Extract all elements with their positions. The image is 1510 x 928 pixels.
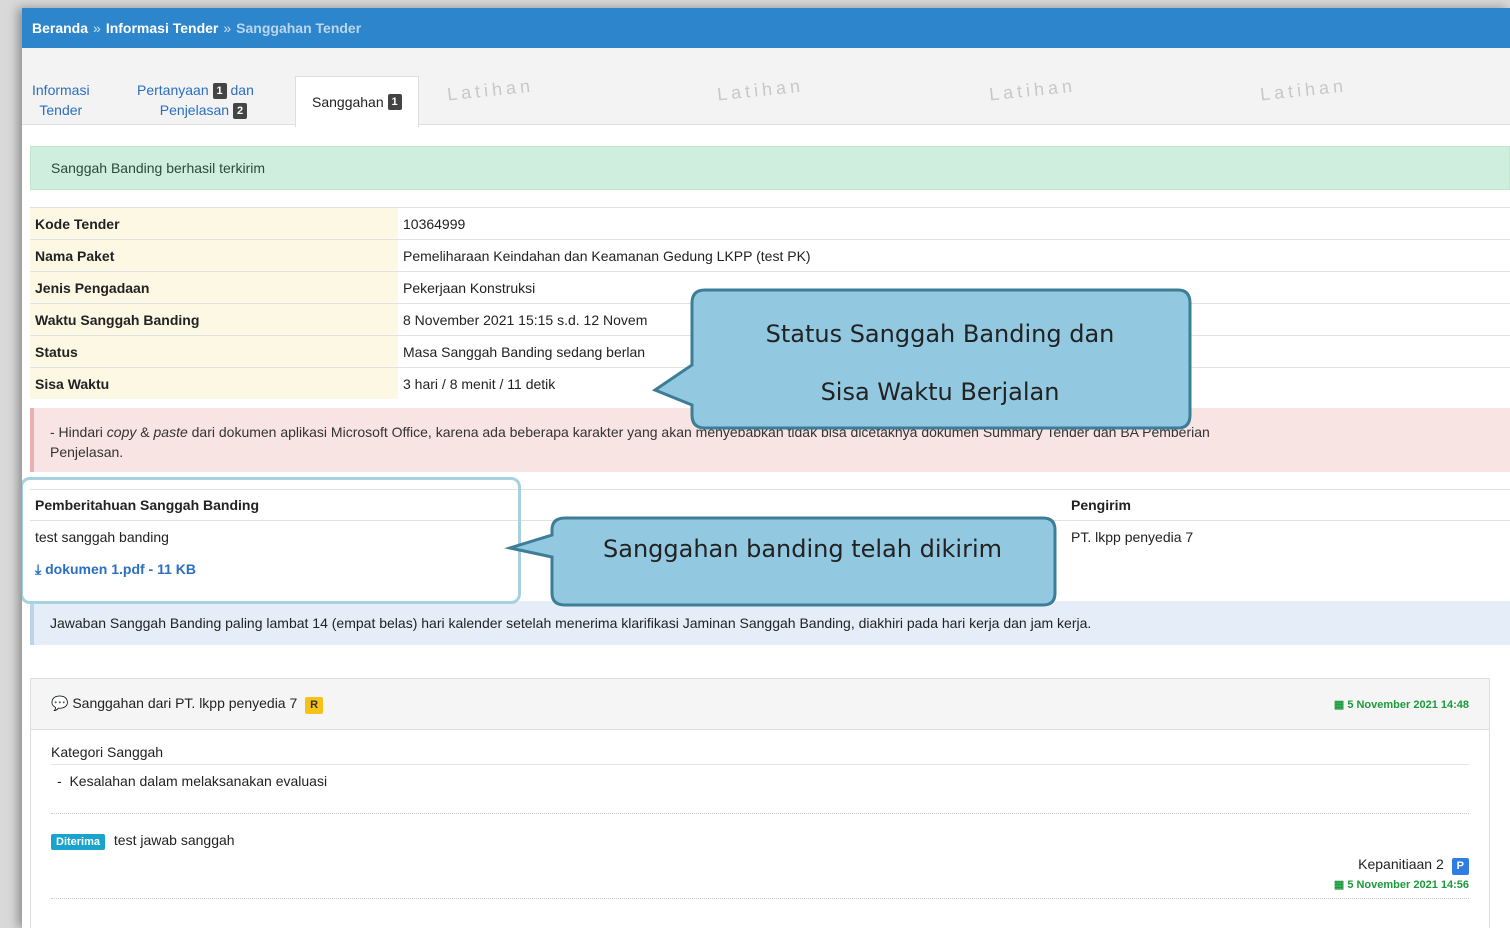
- calendar-icon: ▦: [1333, 879, 1345, 891]
- breadcrumb-home[interactable]: Beranda: [32, 20, 88, 36]
- row-label: Status: [30, 335, 398, 368]
- comments-icon: 💬: [51, 694, 69, 711]
- tab-label: Penjelasan: [159, 102, 230, 118]
- tab-sanggahan[interactable]: Sanggahan 1: [295, 76, 419, 127]
- tab-label: Sanggahan: [312, 94, 384, 110]
- success-alert: Sanggah Banding berhasil terkirim: [30, 146, 1510, 190]
- sanggahan-panel: 💬 Sanggahan dari PT. lkpp penyedia 7 R ▦…: [30, 678, 1490, 928]
- page-frame: Beranda » Informasi Tender » Sanggahan T…: [22, 8, 1510, 928]
- kategori-item-text: Kesalahan dalam melaksanakan evaluasi: [69, 773, 328, 789]
- watermark: Latihan: [988, 75, 1077, 105]
- highlight-box: [22, 477, 521, 604]
- status-callout: Status Sanggah Banding dan Sisa Waktu Be…: [700, 305, 1180, 421]
- tab-label: Informasi: [32, 82, 90, 98]
- status-badge: Diterima: [51, 834, 106, 850]
- warning-amp: &: [136, 424, 154, 440]
- tab-label: Tender: [39, 102, 83, 118]
- responder-badge: P: [1451, 858, 1469, 875]
- breadcrumb-separator: »: [93, 20, 101, 36]
- role-badge: R: [305, 696, 324, 714]
- panel-header: 💬 Sanggahan dari PT. lkpp penyedia 7 R ▦…: [31, 679, 1489, 730]
- row-value: 10364999: [398, 207, 1510, 240]
- status-callout-line2: Sisa Waktu Berjalan: [820, 378, 1060, 406]
- warning-text-line2: Penjelasan.: [50, 444, 124, 460]
- tab-bar: Informasi Tender Pertanyaan 1 dan Penjel…: [22, 48, 1510, 127]
- info-message: Jawaban Sanggah Banding paling lambat 14…: [50, 615, 1092, 631]
- kategori-title: Kategori Sanggah: [51, 744, 1469, 765]
- calendar-icon: ▦: [1333, 698, 1345, 711]
- column-header: Pengirim: [1066, 489, 1510, 521]
- panel-date-text: 5 November 2021 14:48: [1347, 698, 1469, 711]
- table-row: Kode Tender 10364999: [30, 207, 1510, 240]
- responder-block: Kepanitiaan 2 P ▦ 5 November 2021 14:56: [1334, 856, 1469, 891]
- responder-name: Kepanitiaan 2: [1358, 856, 1444, 872]
- row-label: Kode Tender: [30, 207, 398, 240]
- row-value: Pemeliharaan Keindahan dan Keamanan Gedu…: [398, 239, 1510, 272]
- count-badge: 2: [232, 103, 248, 120]
- warning-paste: paste: [153, 424, 188, 440]
- tab-label: dan: [230, 82, 254, 98]
- panel-title-text: Sanggahan dari PT. lkpp penyedia 7: [72, 694, 298, 711]
- warning-prefix: - Hindari: [50, 424, 107, 440]
- sent-callout: Sanggahan banding telah dikirim: [555, 535, 1050, 563]
- breadcrumb-section[interactable]: Informasi Tender: [106, 20, 219, 36]
- watermark: Latihan: [446, 75, 535, 105]
- response-date: ▦ 5 November 2021 14:56: [1334, 878, 1469, 891]
- tab-pertanyaan-penjelasan[interactable]: Pertanyaan 1 dan Penjelasan 2: [137, 80, 254, 120]
- tab-informasi-tender[interactable]: Informasi Tender: [32, 80, 90, 120]
- table-row: Nama Paket Pemeliharaan Keindahan dan Ke…: [30, 239, 1510, 272]
- count-badge: 1: [387, 94, 402, 110]
- breadcrumb: Beranda » Informasi Tender » Sanggahan T…: [22, 8, 1510, 48]
- panel-date: ▦ 5 November 2021 14:48: [1334, 698, 1469, 711]
- sent-callout-text: Sanggahan banding telah dikirim: [603, 535, 1002, 563]
- status-callout-line1: Status Sanggah Banding dan: [765, 320, 1115, 348]
- row-label: Sisa Waktu: [30, 367, 398, 399]
- jawaban-text: test jawab sanggah: [113, 832, 235, 848]
- watermark: Latihan: [1259, 75, 1348, 105]
- watermark: Latihan: [716, 75, 805, 105]
- panel-body: Kategori Sanggah - Kesalahan dalam melak…: [31, 730, 1489, 928]
- tab-label: Pertanyaan: [137, 82, 209, 98]
- kategori-item: - Kesalahan dalam melaksanakan evaluasi: [51, 773, 1469, 789]
- count-badge: 1: [212, 83, 227, 100]
- panel-title: 💬 Sanggahan dari PT. lkpp penyedia 7 R: [51, 694, 324, 714]
- breadcrumb-separator: »: [223, 20, 232, 36]
- response-date-text: 5 November 2021 14:56: [1347, 879, 1469, 891]
- notice-sender: PT. lkpp penyedia 7: [1071, 529, 1194, 545]
- row-label: Nama Paket: [30, 239, 398, 272]
- divider: [51, 813, 1469, 814]
- warning-copy: copy: [106, 424, 137, 440]
- divider: [51, 898, 1469, 899]
- list-dash: -: [57, 773, 70, 789]
- jawaban-row: Diterima test jawab sanggah: [51, 832, 1469, 850]
- breadcrumb-current: Sanggahan Tender: [236, 20, 362, 36]
- success-message: Sanggah Banding berhasil terkirim: [51, 160, 266, 176]
- row-label: Jenis Pengadaan: [30, 271, 398, 304]
- row-label: Waktu Sanggah Banding: [30, 303, 398, 336]
